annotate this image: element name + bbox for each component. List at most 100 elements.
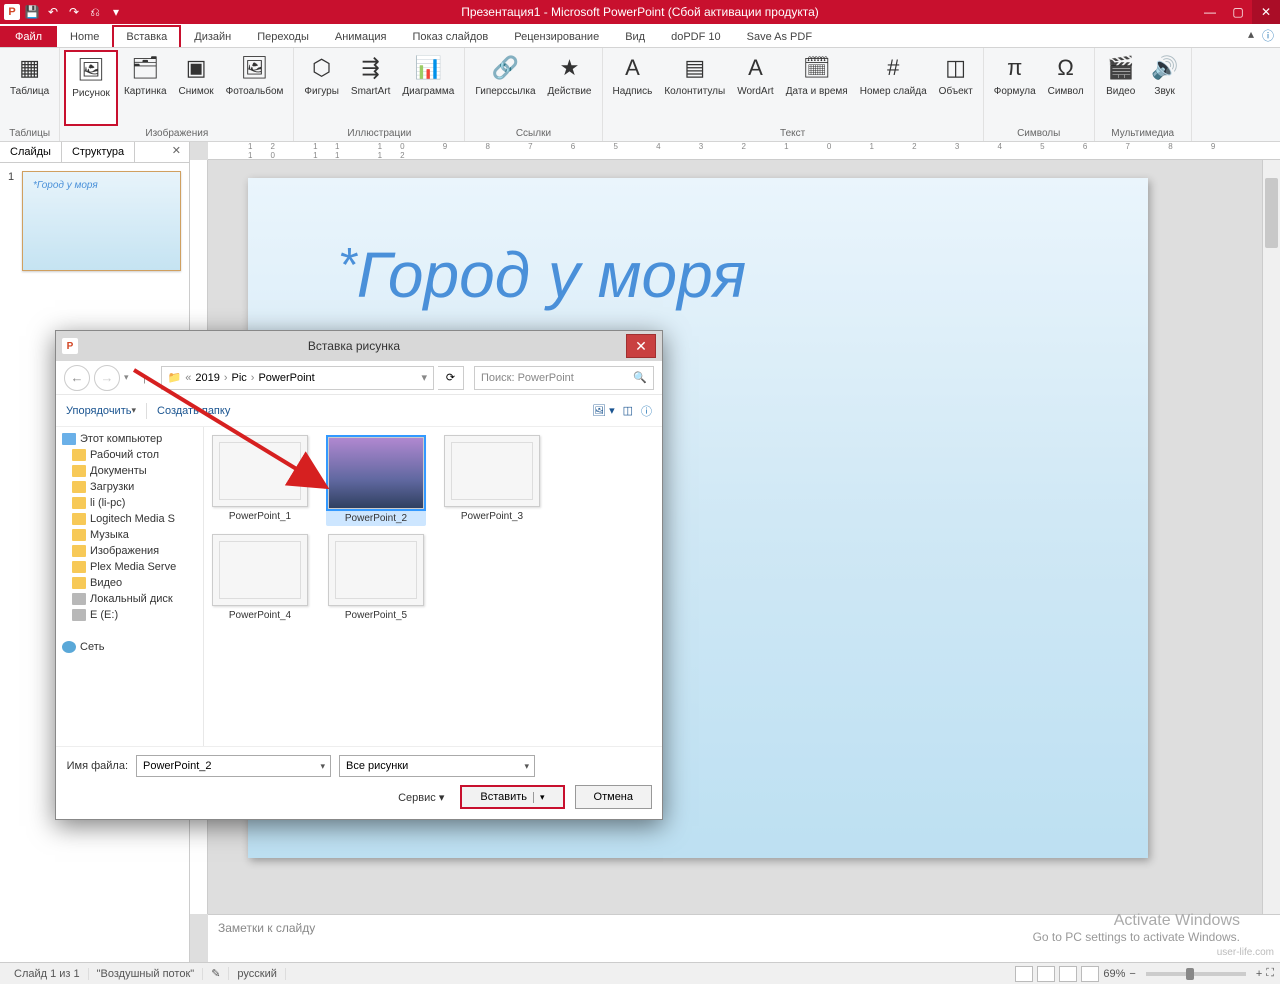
- cancel-button[interactable]: Отмена: [575, 785, 652, 809]
- tree-item[interactable]: E (E:): [56, 607, 203, 623]
- tree-item[interactable]: Музыка: [56, 527, 203, 543]
- ribbon-Фигуры[interactable]: ⬡Фигуры: [298, 50, 344, 126]
- undo-icon[interactable]: ↶: [44, 3, 62, 21]
- address-bar[interactable]: 📁 « 2019› Pic› PowerPoint ▾: [161, 366, 434, 390]
- tools-button[interactable]: Сервис ▾: [398, 791, 444, 804]
- tree-item[interactable]: Документы: [56, 463, 203, 479]
- ribbon-Звук[interactable]: 🔊Звук: [1143, 50, 1187, 126]
- tab-view[interactable]: Вид: [612, 26, 658, 47]
- view-mode-icon[interactable]: 🖼 ▾: [592, 404, 615, 417]
- search-input[interactable]: Поиск: PowerPoint 🔍: [474, 366, 654, 390]
- tab-animation[interactable]: Анимация: [322, 26, 400, 47]
- slide-thumb-1[interactable]: 1 Город у моря: [8, 171, 181, 271]
- nav-forward-icon[interactable]: →: [94, 365, 120, 391]
- thumb-number: 1: [8, 171, 18, 271]
- tab-design[interactable]: Дизайн: [181, 26, 244, 47]
- ribbon-Символ[interactable]: ΩСимвол: [1042, 50, 1090, 126]
- ribbon-Снимок[interactable]: ▣Снимок: [173, 50, 220, 126]
- group-label: Мультимедиа: [1099, 126, 1187, 141]
- ribbon-SmartArt[interactable]: ⇶SmartArt: [345, 50, 396, 126]
- ribbon-Таблица[interactable]: ▦Таблица: [4, 50, 55, 126]
- close-button[interactable]: ✕: [1252, 0, 1280, 24]
- tree-item[interactable]: Этот компьютер: [56, 431, 203, 447]
- tab-slideshow[interactable]: Показ слайдов: [400, 26, 502, 47]
- tab-transitions[interactable]: Переходы: [244, 26, 322, 47]
- ribbon-Видео[interactable]: 🎬Видео: [1099, 50, 1143, 126]
- slide-title[interactable]: *Город у моря: [338, 238, 746, 313]
- view-reading-icon[interactable]: [1059, 966, 1077, 982]
- tree-item[interactable]: Logitech Media S: [56, 511, 203, 527]
- scrollbar-vertical[interactable]: [1262, 160, 1280, 914]
- ribbon-Номер слайда[interactable]: #Номер слайда: [854, 50, 933, 126]
- fit-icon[interactable]: ⛶: [1266, 967, 1274, 980]
- minimize-button[interactable]: —: [1196, 0, 1224, 24]
- ribbon-Действие[interactable]: ★Действие: [542, 50, 598, 126]
- tab-file[interactable]: Файл: [0, 26, 57, 47]
- filetype-filter[interactable]: Все рисунки: [339, 755, 535, 777]
- ribbon-Рисунок[interactable]: 🖼Рисунок: [64, 50, 118, 126]
- tree-item[interactable]: Plex Media Serve: [56, 559, 203, 575]
- panel-close-icon[interactable]: ✕: [164, 142, 189, 162]
- file-item[interactable]: PowerPoint_3: [442, 435, 542, 526]
- help-icon[interactable]: ⓘ: [641, 403, 652, 419]
- file-item[interactable]: PowerPoint_2: [326, 435, 426, 526]
- zoom-slider[interactable]: [1146, 972, 1246, 976]
- tree-item[interactable]: Изображения: [56, 543, 203, 559]
- tree-item[interactable]: Загрузки: [56, 479, 203, 495]
- ribbon-Колонтитулы[interactable]: ▤Колонтитулы: [658, 50, 731, 126]
- tree-item[interactable]: Локальный диск: [56, 591, 203, 607]
- organize-button[interactable]: Упорядочить: [66, 405, 131, 417]
- file-item[interactable]: PowerPoint_1: [210, 435, 310, 526]
- tab-insert[interactable]: Вставка: [112, 25, 181, 47]
- tree-item[interactable]: Сеть: [56, 639, 203, 655]
- file-list[interactable]: PowerPoint_1PowerPoint_2PowerPoint_3Powe…: [204, 427, 662, 746]
- zoom-in-icon[interactable]: +: [1256, 968, 1262, 980]
- save-icon[interactable]: 💾: [23, 3, 41, 21]
- file-thumb: [328, 534, 424, 606]
- tab-savepdf[interactable]: Save As PDF: [734, 26, 825, 47]
- status-spell-icon[interactable]: ✎: [203, 967, 229, 980]
- ribbon-Объект[interactable]: ◫Объект: [933, 50, 979, 126]
- help-icon[interactable]: ⓘ: [1262, 27, 1274, 44]
- ribbon-Формула[interactable]: πФормула: [988, 50, 1042, 126]
- qat-2-icon[interactable]: ▾: [107, 3, 125, 21]
- ribbon-Диаграмма[interactable]: 📊Диаграмма: [396, 50, 460, 126]
- tree-item[interactable]: Видео: [56, 575, 203, 591]
- ribbon-group: AНадпись▤КолонтитулыAWordArt🗓Дата и врем…: [603, 48, 984, 141]
- tree-label: Загрузки: [90, 481, 134, 493]
- maximize-button[interactable]: ▢: [1224, 0, 1252, 24]
- redo-icon[interactable]: ↷: [65, 3, 83, 21]
- panel-tab-outline[interactable]: Структура: [62, 142, 135, 162]
- file-item[interactable]: PowerPoint_5: [326, 534, 426, 621]
- ribbon-min-icon[interactable]: ▴: [1248, 27, 1254, 44]
- preview-pane-icon[interactable]: ◫: [623, 404, 633, 417]
- zoom-out-icon[interactable]: −: [1129, 968, 1135, 980]
- tab-home[interactable]: Home: [57, 26, 112, 47]
- ribbon-Гиперссылка[interactable]: 🔗Гиперссылка: [469, 50, 541, 126]
- filename-input[interactable]: PowerPoint_2: [136, 755, 331, 777]
- ribbon-Фотоальбом[interactable]: 🖼Фотоальбом: [220, 50, 290, 126]
- ribbon-label: Рисунок: [72, 88, 110, 99]
- tab-review[interactable]: Рецензирование: [501, 26, 612, 47]
- ribbon-WordArt[interactable]: AWordArt: [731, 50, 780, 126]
- ribbon-Надпись[interactable]: AНадпись: [607, 50, 659, 126]
- tab-dopdf[interactable]: doPDF 10: [658, 26, 734, 47]
- qat-1-icon[interactable]: ⎌: [86, 3, 104, 21]
- dialog-close-button[interactable]: ✕: [626, 334, 656, 358]
- panel-tab-slides[interactable]: Слайды: [0, 142, 62, 162]
- view-slideshow-icon[interactable]: [1081, 966, 1099, 982]
- ribbon-Дата и время[interactable]: 🗓Дата и время: [780, 50, 854, 126]
- view-sorter-icon[interactable]: [1037, 966, 1055, 982]
- folder-tree[interactable]: Этот компьютерРабочий столДокументы Загру…: [56, 427, 204, 746]
- insert-button[interactable]: Вставить▾: [460, 785, 564, 809]
- status-lang[interactable]: русский: [229, 968, 285, 980]
- view-normal-icon[interactable]: [1015, 966, 1033, 982]
- file-item[interactable]: PowerPoint_4: [210, 534, 310, 621]
- ribbon-Картинка[interactable]: 🗂Картинка: [118, 50, 173, 126]
- refresh-icon[interactable]: ⟳: [438, 366, 464, 390]
- tree-item[interactable]: li (li-pc): [56, 495, 203, 511]
- nav-up-icon[interactable]: ↑: [133, 366, 157, 390]
- nav-back-icon[interactable]: ←: [64, 365, 90, 391]
- new-folder-button[interactable]: Создать папку: [157, 405, 230, 417]
- tree-item[interactable]: Рабочий стол: [56, 447, 203, 463]
